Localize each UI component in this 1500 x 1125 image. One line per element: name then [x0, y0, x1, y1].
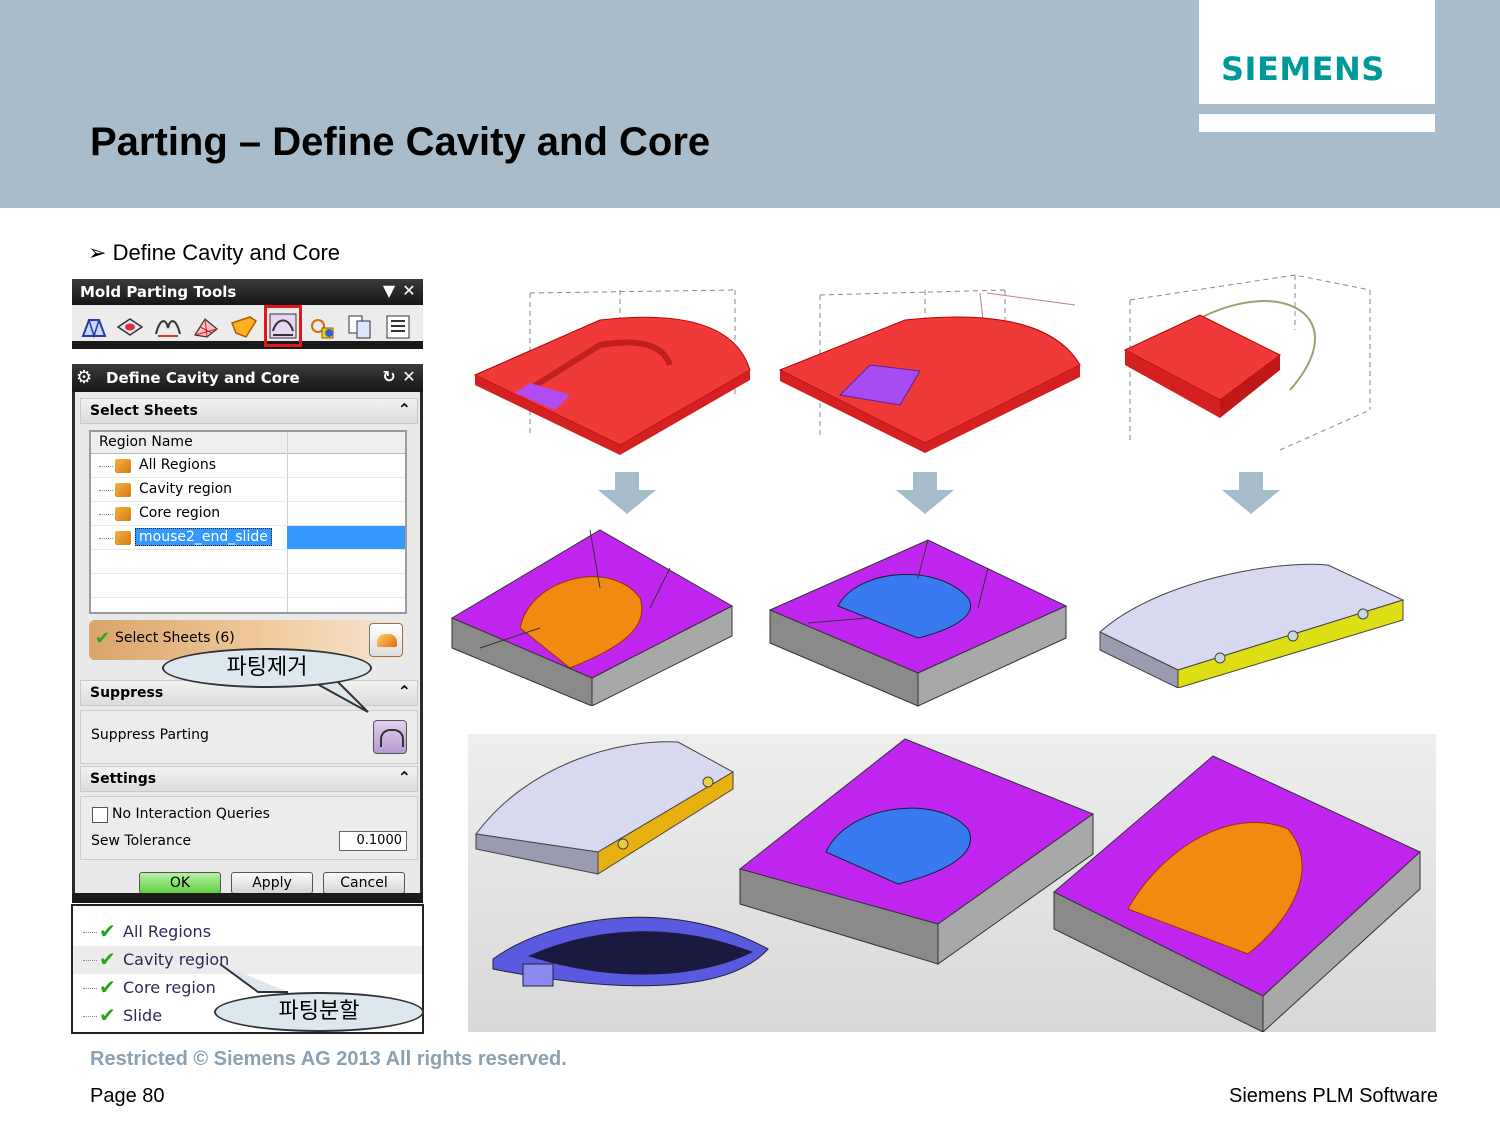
company-name: Siemens PLM Software	[1229, 1085, 1438, 1107]
reset-icon[interactable]: ↻	[379, 367, 399, 386]
list-item-empty	[91, 574, 405, 598]
siemens-logo: SIEMENS	[1199, 0, 1435, 104]
trans-swap-icon[interactable]	[308, 313, 336, 341]
gear-icon[interactable]: ⚙	[76, 367, 96, 388]
cancel-button[interactable]: Cancel	[323, 872, 405, 894]
region-name-column-header[interactable]: Region Name	[91, 432, 405, 454]
tree-item-label: Slide	[123, 1006, 163, 1025]
checkmark-icon: ✔	[99, 975, 116, 999]
slide-result	[1099, 563, 1405, 688]
parting-lines-icon[interactable]	[154, 313, 182, 341]
down-arrow-icon	[896, 472, 954, 514]
section-select-sheets-label: Select Sheets	[90, 403, 198, 419]
dialog-title-bar: ⚙ Define Cavity and Core ↻ ✕	[72, 364, 423, 392]
region-list[interactable]: Region Name All Regions Cavity region Co…	[89, 430, 407, 614]
mold-parting-toolbar-title: Mold Parting Tools ▼ ✕	[72, 279, 423, 305]
core-result-orange	[450, 529, 734, 706]
list-item-empty	[91, 550, 405, 574]
close-icon[interactable]: ✕	[399, 367, 419, 386]
no-interaction-checkbox[interactable]	[92, 807, 108, 823]
bullet-text: Define Cavity and Core	[112, 240, 341, 265]
toolbar-title-text: Mold Parting Tools	[80, 283, 237, 301]
region-icon	[115, 483, 131, 497]
parting-surface-icon[interactable]	[230, 313, 258, 341]
core-result-blue	[768, 539, 1068, 707]
checkmark-icon: ✔	[99, 947, 116, 971]
callout-split-parting: 파팅분할	[214, 992, 424, 1032]
checkmark-icon: ✔	[99, 1003, 116, 1027]
apply-button[interactable]: Apply	[231, 872, 313, 894]
bullet-item: ➢ Define Cavity and Core	[88, 240, 340, 266]
suppress-parting-button[interactable]	[373, 720, 407, 754]
region-icon	[115, 531, 131, 545]
cavity-part-view-2	[778, 289, 1081, 453]
toolbar-close-icon[interactable]: ✕	[399, 281, 419, 300]
list-item[interactable]: ✔ All Regions	[73, 918, 422, 946]
define-cavity-core-icon[interactable]	[264, 305, 302, 347]
tree-item-label: Core region	[123, 978, 216, 997]
region-analysis-icon[interactable]	[80, 313, 108, 341]
page-title: Parting – Define Cavity and Core	[90, 120, 711, 164]
toolbar-dropdown-icon[interactable]: ▼	[379, 281, 399, 300]
select-sheets-label: Select Sheets (6)	[115, 630, 235, 646]
slide-part-view	[1123, 274, 1371, 451]
callout-remove-parting: 파팅제거	[162, 648, 372, 688]
tree-item-label: All Regions	[123, 922, 212, 941]
copy-icon[interactable]	[346, 313, 374, 341]
region-label: Cavity region	[139, 481, 233, 497]
chevron-up-icon[interactable]: ⌃	[398, 682, 411, 701]
no-interaction-label: No Interaction Queries	[112, 806, 270, 822]
logo-text: SIEMENS	[1221, 50, 1385, 88]
copyright-notice: Restricted © Siemens AG 2013 All rights …	[90, 1048, 567, 1070]
chevron-up-icon[interactable]: ⌃	[398, 768, 411, 787]
region-label: All Regions	[139, 457, 217, 473]
chevron-up-icon[interactable]: ⌃	[398, 400, 411, 419]
design-region-icon[interactable]	[116, 313, 144, 341]
down-arrow-icon	[598, 472, 656, 514]
region-label: Core region	[139, 505, 221, 521]
sew-tolerance-field[interactable]: 0.1000	[339, 831, 407, 851]
sew-tolerance-label: Sew Tolerance	[91, 833, 192, 849]
bullet-marker-icon: ➢	[88, 240, 107, 265]
logo-strip	[1199, 114, 1435, 132]
section-settings-label: Settings	[90, 771, 157, 787]
cavity-part-view-1	[473, 289, 751, 455]
list-item[interactable]: Cavity region	[91, 478, 405, 502]
mold-parting-toolbar	[72, 305, 423, 349]
assembly-render	[468, 734, 1436, 1034]
ok-button[interactable]: OK	[139, 872, 221, 894]
settings-panel: No Interaction Queries Sew Tolerance 0.1…	[80, 796, 418, 860]
dialog-body: Select Sheets ⌃ Region Name All Regions …	[72, 392, 423, 902]
guide-line-icon[interactable]	[192, 313, 220, 341]
page-number: Page 80	[90, 1085, 165, 1107]
region-icon	[115, 459, 131, 473]
tree-item-label: Cavity region	[123, 950, 230, 969]
region-icon	[115, 507, 131, 521]
section-settings[interactable]: Settings ⌃	[80, 766, 418, 792]
list-item[interactable]: All Regions	[91, 454, 405, 478]
list-item[interactable]: Core region	[91, 502, 405, 526]
checkmark-icon: ✔	[99, 919, 116, 943]
suppress-parting-label: Suppress Parting	[91, 727, 209, 743]
select-sheets-button[interactable]	[369, 623, 403, 657]
list-item-selected[interactable]: mouse2_end_slide	[91, 526, 405, 550]
region-name-header-label: Region Name	[99, 434, 193, 450]
assembly-render-art	[475, 738, 1421, 1034]
navigator-icon[interactable]	[384, 313, 412, 341]
dialog-title: Define Cavity and Core	[106, 369, 300, 387]
down-arrow-icon	[1222, 472, 1280, 514]
dialog-bottom-bar	[72, 893, 423, 903]
region-label: mouse2_end_slide	[135, 528, 272, 546]
section-select-sheets[interactable]: Select Sheets ⌃	[80, 398, 418, 424]
section-suppress-label: Suppress	[90, 685, 164, 701]
checkmark-icon: ✔	[95, 628, 111, 649]
